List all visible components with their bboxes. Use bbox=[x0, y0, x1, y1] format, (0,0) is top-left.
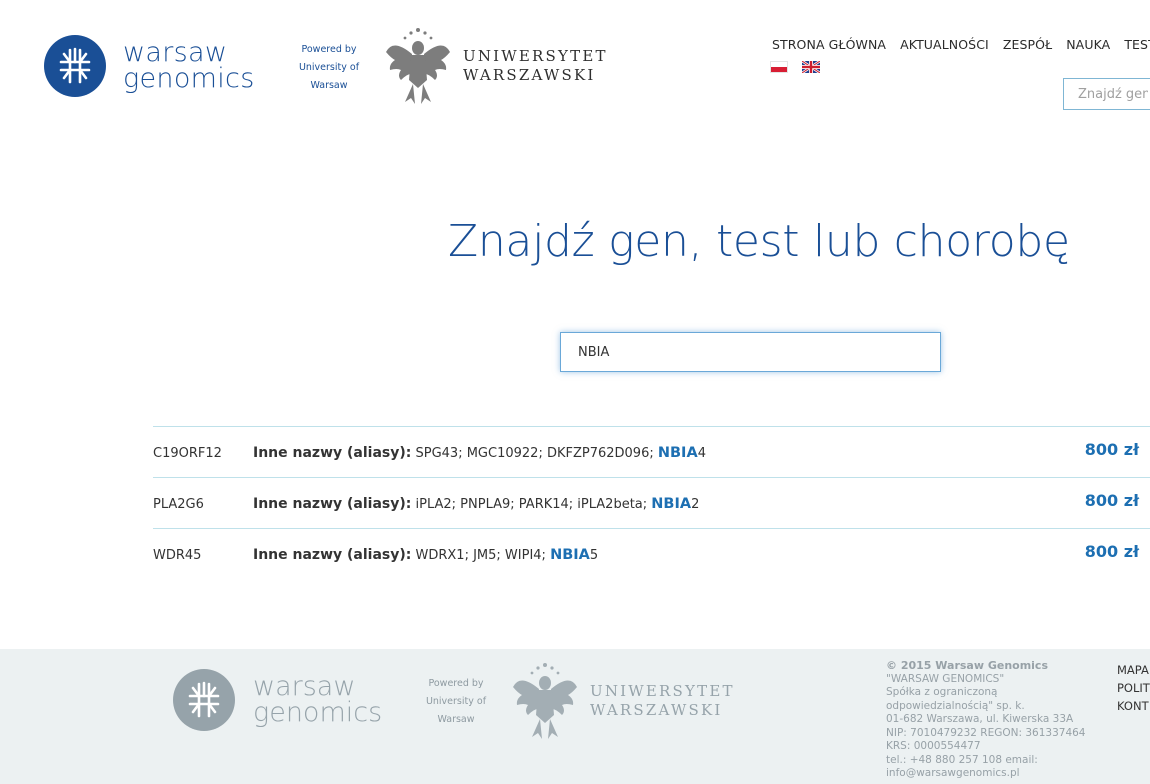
copyright-text: © 2015 Warsaw Genomics bbox=[886, 659, 1049, 672]
powered-by-line: University of bbox=[425, 696, 487, 707]
company-line: 01-682 Warszawa, ul. Kiwerska 33A bbox=[886, 713, 1074, 725]
footer-link-contact[interactable]: KONT bbox=[1117, 697, 1150, 715]
search-highlight: NBIA bbox=[657, 445, 698, 461]
university-of-warsaw-logo[interactable]: UNIWERSYTET WARSZAWSKI bbox=[383, 24, 608, 108]
search-results-list: C19ORF12 Inne nazwy (aliasy): SPG43; MGC… bbox=[153, 426, 1150, 579]
uk-flag-icon[interactable] bbox=[802, 61, 820, 73]
powered-by-text: Powered by University of Warsaw bbox=[296, 41, 362, 95]
powered-by-line: Warsaw bbox=[310, 80, 348, 91]
university-line-1: UNIWERSYTET bbox=[463, 47, 608, 65]
nav-tests[interactable]: TESTY bbox=[1124, 37, 1150, 52]
search-highlight: NBIA bbox=[651, 496, 692, 512]
university-line-2: WARSZAWSKI bbox=[463, 66, 596, 84]
company-line: tel.: +48 880 257 108 email: bbox=[886, 753, 1038, 766]
aliases-list: WDRX1; JM5; WIPI4; bbox=[415, 548, 546, 563]
dna-tree-logo-icon bbox=[173, 669, 235, 731]
header-search-input[interactable] bbox=[1063, 78, 1150, 110]
university-line-1: UNIWERSYTET bbox=[590, 682, 735, 700]
footer-warsaw-genomics-logo[interactable]: warsaw genomics bbox=[173, 669, 382, 731]
aliases-label: Inne nazwy (aliasy): bbox=[253, 445, 412, 461]
search-highlight: NBIA bbox=[550, 547, 590, 563]
powered-by-line: Powered by bbox=[428, 678, 484, 689]
nav-news[interactable]: AKTUALNOŚCI bbox=[900, 37, 989, 52]
company-line: Spółka z ograniczoną bbox=[886, 686, 998, 698]
nav-home[interactable]: STRONA GŁÓWNA bbox=[772, 37, 886, 52]
gene-symbol[interactable]: PLA2G6 bbox=[153, 495, 253, 512]
university-line-2: WARSZAWSKI bbox=[590, 701, 723, 719]
logo-line-2: genomics bbox=[253, 697, 383, 728]
result-row[interactable]: WDR45 Inne nazwy (aliasy): WDRX1; JM5; W… bbox=[153, 528, 1150, 579]
gene-aliases: Inne nazwy (aliasy): WDRX1; JM5; WIPI4; … bbox=[253, 545, 598, 563]
footer-logo-wordmark: warsaw genomics bbox=[253, 673, 383, 728]
result-row[interactable]: PLA2G6 Inne nazwy (aliasy): iPLA2; PNPLA… bbox=[153, 477, 1150, 528]
eagle-emblem-icon bbox=[513, 663, 577, 739]
warsaw-genomics-logo[interactable]: warsaw genomics bbox=[44, 35, 255, 97]
alias-suffix: 5 bbox=[589, 548, 599, 563]
site-header: warsaw genomics Powered by University of… bbox=[0, 0, 1150, 130]
nav-team[interactable]: ZESPÓŁ bbox=[1003, 37, 1052, 52]
company-info: © 2015 Warsaw Genomics "WARSAW GENOMICS"… bbox=[886, 659, 1096, 781]
footer-link-policy[interactable]: POLIT bbox=[1117, 679, 1150, 697]
site-footer: warsaw genomics Powered by University of… bbox=[0, 649, 1150, 784]
gene-search-input[interactable] bbox=[560, 332, 941, 372]
aliases-list: iPLA2; PNPLA9; PARK14; iPLA2beta; bbox=[415, 497, 648, 512]
footer-links: MAPA POLIT KONT bbox=[1117, 661, 1150, 715]
logo-wordmark: warsaw genomics bbox=[123, 39, 255, 94]
footer-powered-by-text: Powered by University of Warsaw bbox=[422, 675, 490, 729]
language-switcher bbox=[770, 61, 834, 73]
test-price[interactable]: 800 zł bbox=[1085, 440, 1139, 459]
pl-flag-icon[interactable] bbox=[770, 61, 788, 73]
test-price[interactable]: 800 zł bbox=[1085, 491, 1139, 510]
powered-by-line: University of bbox=[298, 62, 360, 73]
aliases-label: Inne nazwy (aliasy): bbox=[253, 547, 412, 563]
page-title: Znajdź gen, test lub chorobę bbox=[448, 216, 1070, 267]
dna-tree-logo-icon bbox=[44, 35, 106, 97]
aliases-label: Inne nazwy (aliasy): bbox=[253, 496, 412, 512]
powered-by-line: Warsaw bbox=[437, 714, 475, 725]
company-line: NIP: 7010479232 REGON: 361337464 bbox=[886, 726, 1086, 739]
company-line: odpowiedzialnością" sp. k. bbox=[886, 699, 1025, 712]
alias-suffix: 2 bbox=[691, 497, 700, 512]
result-row[interactable]: C19ORF12 Inne nazwy (aliasy): SPG43; MGC… bbox=[153, 426, 1150, 477]
gene-aliases: Inne nazwy (aliasy): SPG43; MGC10922; DK… bbox=[253, 443, 706, 461]
footer-link-sitemap[interactable]: MAPA bbox=[1117, 661, 1150, 679]
company-line: KRS: 0000554477 bbox=[886, 740, 981, 752]
nav-science[interactable]: NAUKA bbox=[1066, 37, 1110, 52]
university-name: UNIWERSYTET WARSZAWSKI bbox=[463, 47, 608, 85]
gene-symbol[interactable]: WDR45 bbox=[153, 546, 253, 563]
eagle-emblem-icon bbox=[386, 28, 450, 104]
powered-by-line: Powered by bbox=[301, 44, 357, 55]
logo-line-2: genomics bbox=[123, 63, 255, 94]
gene-aliases: Inne nazwy (aliasy): iPLA2; PNPLA9; PARK… bbox=[253, 494, 699, 512]
company-email[interactable]: info@warsawgenomics.pl bbox=[886, 767, 1096, 781]
test-price[interactable]: 800 zł bbox=[1085, 542, 1139, 561]
alias-suffix: 4 bbox=[697, 446, 706, 461]
footer-university-name: UNIWERSYTET WARSZAWSKI bbox=[590, 682, 735, 720]
aliases-list: SPG43; MGC10922; DKFZP762D096; bbox=[415, 446, 654, 461]
footer-university-logo[interactable]: UNIWERSYTET WARSZAWSKI bbox=[510, 659, 735, 743]
main-nav: STRONA GŁÓWNA AKTUALNOŚCI ZESPÓŁ NAUKA T… bbox=[772, 37, 1150, 52]
company-line: "WARSAW GENOMICS" bbox=[886, 672, 1005, 685]
gene-symbol[interactable]: C19ORF12 bbox=[153, 444, 253, 461]
